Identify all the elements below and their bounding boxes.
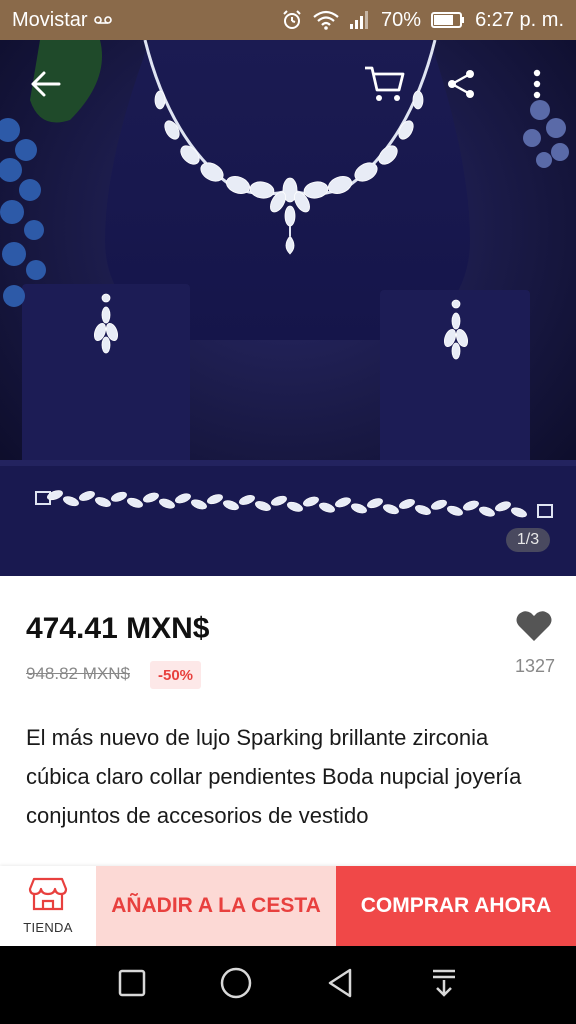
notifications-pull-button[interactable] <box>419 960 469 1010</box>
arrow-left-icon <box>31 71 61 102</box>
store-icon <box>28 877 68 916</box>
store-button[interactable]: TIENDA <box>0 866 96 946</box>
battery-icon <box>431 11 465 29</box>
alarm-icon <box>281 9 303 31</box>
heart-icon <box>516 610 552 647</box>
share-icon <box>446 69 476 104</box>
back-nav-button[interactable] <box>315 960 365 1010</box>
battery-percent: 70% <box>381 8 422 31</box>
add-to-cart-button[interactable]: AÑADIR A LA CESTA <box>96 866 336 946</box>
carrier-name: Movistar <box>12 8 88 31</box>
clock: 6:27 p. m. <box>475 8 564 31</box>
product-title: El más nuevo de lujo Sparking brillante … <box>26 725 522 828</box>
more-vertical-icon <box>533 69 541 104</box>
discount-badge: -50% <box>150 661 202 689</box>
home-button[interactable] <box>211 960 261 1010</box>
triangle-back-icon <box>326 968 354 1003</box>
back-button[interactable] <box>22 62 70 110</box>
favorite-button[interactable] <box>512 608 556 648</box>
shopping-cart-icon <box>363 64 405 109</box>
system-nav-bar <box>0 946 576 1024</box>
image-page-indicator: 1/3 <box>506 528 550 552</box>
pull-down-icon <box>431 968 457 1003</box>
circle-icon <box>220 967 252 1004</box>
signal-icon <box>349 10 371 30</box>
product-price: 474.41 MXN$ <box>26 612 210 645</box>
share-button[interactable] <box>437 60 485 112</box>
recents-button[interactable] <box>107 960 157 1010</box>
favorites-count: 1327 <box>514 656 556 676</box>
voicemail-icon <box>93 15 112 25</box>
square-icon <box>118 969 146 1002</box>
wifi-icon <box>313 10 339 30</box>
more-options-button[interactable] <box>520 60 554 112</box>
buy-now-button[interactable]: COMPRAR AHORA <box>336 866 576 946</box>
cart-button[interactable] <box>358 60 410 112</box>
original-price: 948.82 MXN$ <box>26 664 130 683</box>
gallery-toolbar <box>0 40 576 130</box>
store-label: TIENDA <box>23 920 73 935</box>
status-bar: Movistar 70% 6:27 p. m. <box>0 0 576 40</box>
purchase-action-bar: TIENDA AÑADIR A LA CESTA COMPRAR AHORA <box>0 866 576 946</box>
